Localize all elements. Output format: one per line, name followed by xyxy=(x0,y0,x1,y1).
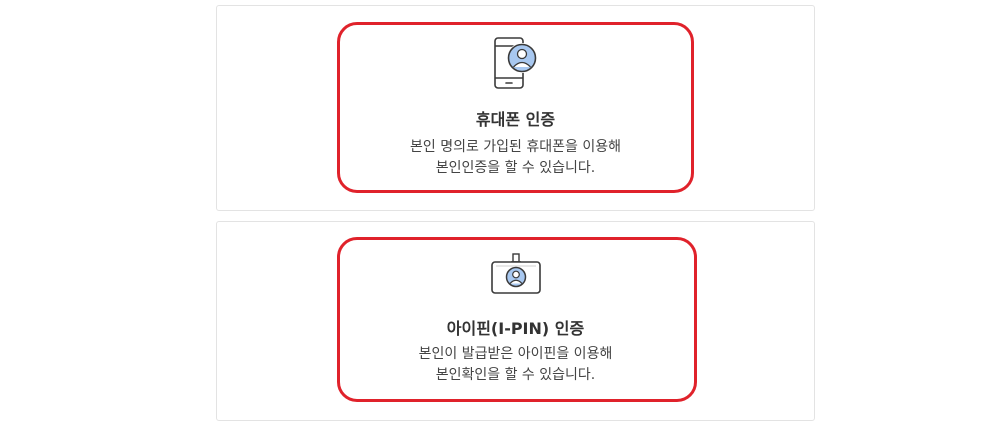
ipin-auth-desc-line2: 본인확인을 할 수 있습니다. xyxy=(435,367,596,383)
mobile-phone-user-icon xyxy=(493,37,537,89)
ipin-auth-description: 본인이 발급받은 아이핀을 이용해 본인확인을 할 수 있습니다. xyxy=(217,344,814,386)
phone-auth-title: 휴대폰 인증 xyxy=(475,110,556,129)
id-card-badge-icon xyxy=(490,253,541,294)
ipin-auth-title: 아이핀(I-PIN) 인증 xyxy=(446,319,585,338)
phone-auth-description: 본인 명의로 가입된 휴대폰을 이용해 본인인증을 할 수 있습니다. xyxy=(217,137,814,179)
phone-auth-card[interactable]: 휴대폰 인증 본인 명의로 가입된 휴대폰을 이용해 본인인증을 할 수 있습니… xyxy=(216,5,815,211)
phone-auth-desc-line2: 본인인증을 할 수 있습니다. xyxy=(435,160,596,176)
ipin-auth-card[interactable]: 아이핀(I-PIN) 인증 본인이 발급받은 아이핀을 이용해 본인확인을 할 … xyxy=(216,221,815,421)
ipin-auth-desc-line1: 본인이 발급받은 아이핀을 이용해 xyxy=(418,346,613,362)
phone-auth-desc-line1: 본인 명의로 가입된 휴대폰을 이용해 xyxy=(410,139,621,155)
